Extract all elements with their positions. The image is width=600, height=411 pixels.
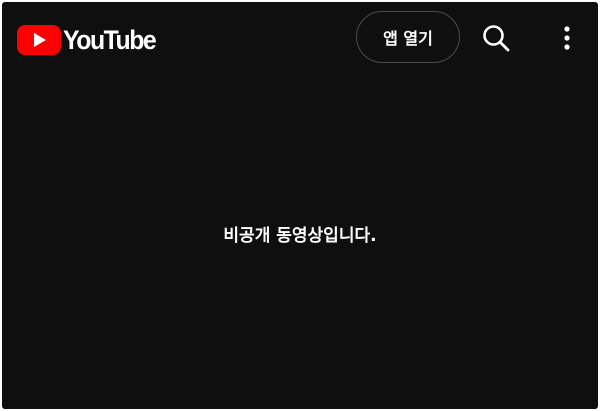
video-player-area: YouTube 앱 열기 비공개 동영상입니다. <box>2 2 598 409</box>
private-video-message: 비공개 동영상입니다. <box>223 226 377 246</box>
top-app-bar: YouTube 앱 열기 <box>2 2 598 74</box>
logo-text: YouTube <box>63 25 157 55</box>
youtube-play-icon <box>17 25 61 55</box>
more-vert-icon <box>564 26 570 50</box>
search-icon <box>483 25 510 52</box>
youtube-logo[interactable]: YouTube <box>17 25 163 55</box>
search-button[interactable] <box>478 20 514 56</box>
more-options-button[interactable] <box>552 20 582 56</box>
open-app-button[interactable]: 앱 열기 <box>356 11 460 63</box>
